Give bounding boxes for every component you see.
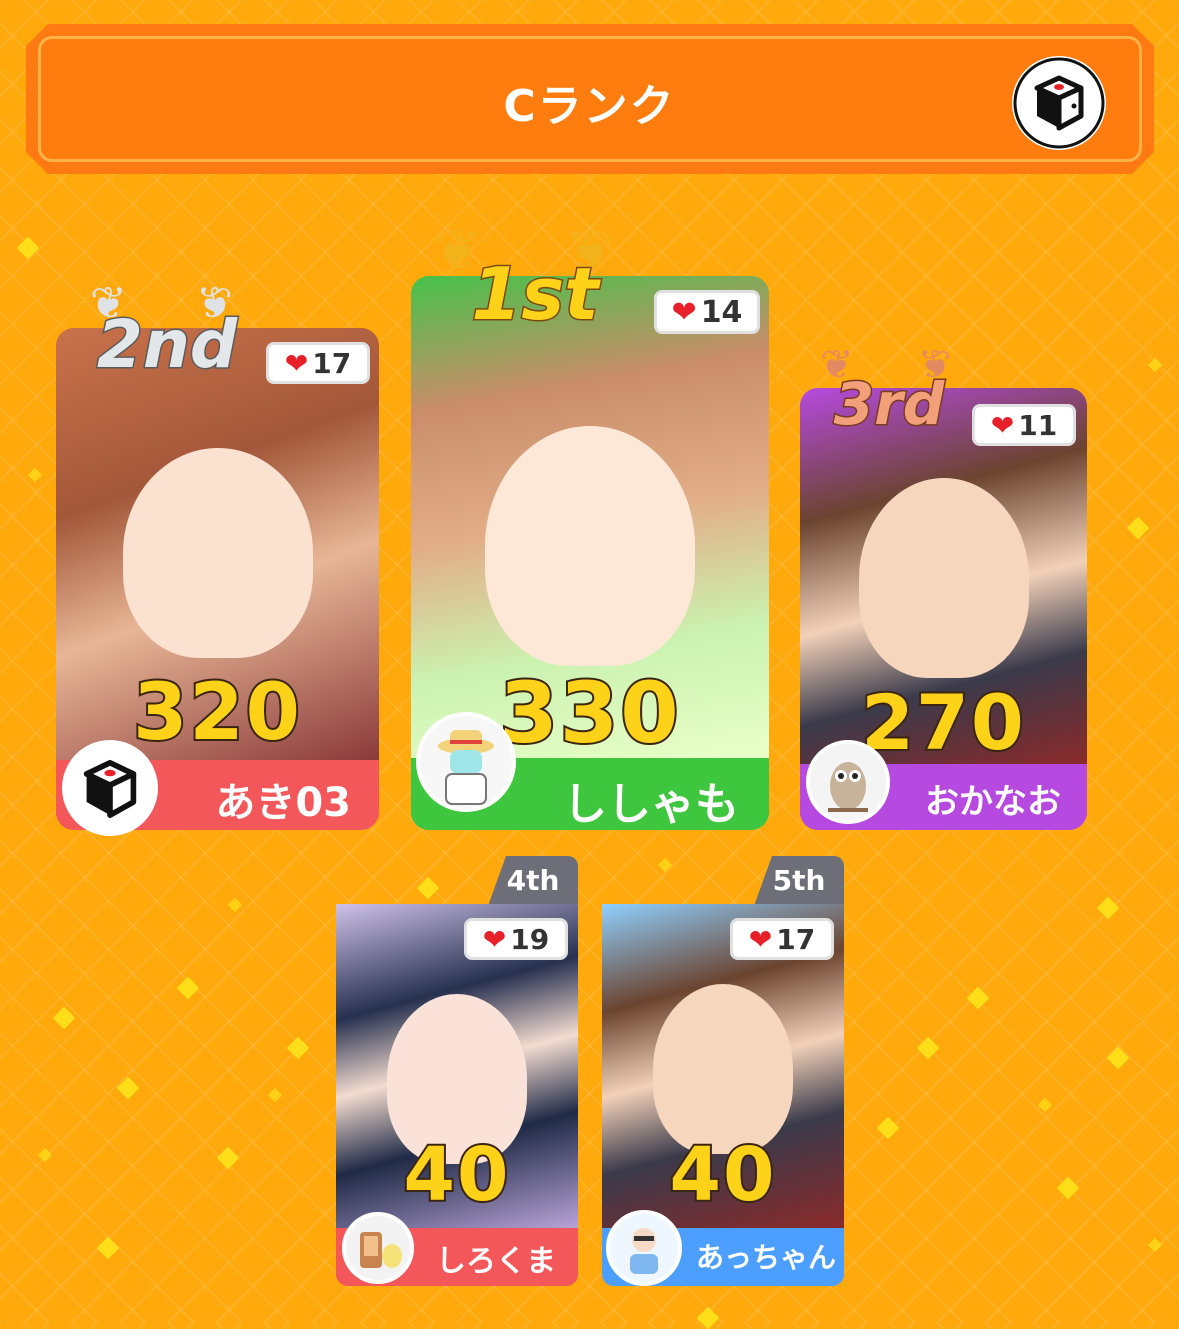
diamond-decoration [37, 1147, 53, 1163]
diamond-decoration [1096, 896, 1120, 920]
diamond-decoration [1106, 1046, 1130, 1070]
rank-label: 4th [506, 864, 560, 897]
heart-icon: ❤ [748, 922, 773, 956]
likes-count: 17 [776, 922, 816, 956]
rank-label: 5th [772, 864, 826, 897]
likes-badge[interactable]: ❤ 11 [972, 404, 1076, 446]
player-avatar-owl[interactable] [806, 740, 890, 824]
diamond-decoration [116, 1076, 140, 1100]
heart-icon: ❤ [671, 294, 697, 330]
diamond-decoration [96, 1236, 120, 1260]
diamond-decoration [1147, 357, 1163, 373]
diamond-decoration [916, 1036, 940, 1060]
character-face [653, 984, 793, 1154]
diamond-decoration [27, 467, 43, 483]
diamond-decoration [1056, 1176, 1080, 1200]
diamond-decoration [52, 1006, 76, 1030]
diamond-decoration [416, 876, 440, 900]
diamond-decoration [176, 976, 200, 1000]
diamond-decoration [286, 1036, 310, 1060]
diamond-decoration [1037, 1097, 1053, 1113]
rank-tab-4th: 4th [488, 856, 578, 906]
likes-count: 11 [1018, 408, 1058, 442]
rank-badge-2nd: 2nd [95, 305, 238, 385]
diamond-decoration [657, 857, 673, 873]
player-name: あっちゃん [695, 1241, 836, 1274]
likes-count: 19 [510, 922, 550, 956]
rank-badge-3rd: 3rd [832, 369, 945, 440]
heart-icon: ❤ [482, 922, 507, 956]
diamond-decoration [227, 897, 243, 913]
player-name: おかなお [925, 782, 1061, 822]
diamond-decoration [216, 1146, 240, 1170]
player-avatar-sketch[interactable] [416, 712, 516, 812]
rank-tab-5th: 5th [754, 856, 844, 906]
player-name: ししゃも [563, 779, 739, 830]
likes-badge[interactable]: ❤ 14 [654, 290, 760, 334]
heart-icon: ❤ [284, 346, 309, 380]
diamond-decoration [1147, 1237, 1163, 1253]
diamond-decoration [876, 1116, 900, 1140]
likes-badge[interactable]: ❤ 17 [730, 918, 834, 960]
diamond-decoration [696, 1306, 720, 1329]
rank-badge-1st: 1st [470, 251, 600, 338]
character-face [485, 426, 695, 666]
dice-icon[interactable] [1012, 56, 1106, 150]
player-avatar-heater[interactable] [342, 1212, 414, 1284]
player-score: 40 [402, 1130, 511, 1220]
player-avatar-cartoon[interactable] [606, 1210, 682, 1286]
player-name: あき03 [215, 780, 351, 826]
diamond-decoration [966, 986, 990, 1010]
character-face [122, 448, 313, 658]
likes-badge[interactable]: ❤ 17 [266, 342, 370, 384]
player-score: 40 [668, 1130, 777, 1220]
likes-count: 14 [700, 294, 743, 330]
likes-count: 17 [312, 346, 352, 380]
diamond-decoration [267, 1087, 283, 1103]
player-avatar-dice[interactable] [62, 740, 158, 836]
heart-icon: ❤ [990, 408, 1015, 442]
character-face [858, 478, 1029, 678]
diamond-decoration [1126, 516, 1150, 540]
likes-badge[interactable]: ❤ 19 [464, 918, 568, 960]
rank-title: Cランク [503, 81, 676, 132]
diamond-decoration [16, 236, 40, 260]
player-name: しろくま [436, 1244, 556, 1279]
